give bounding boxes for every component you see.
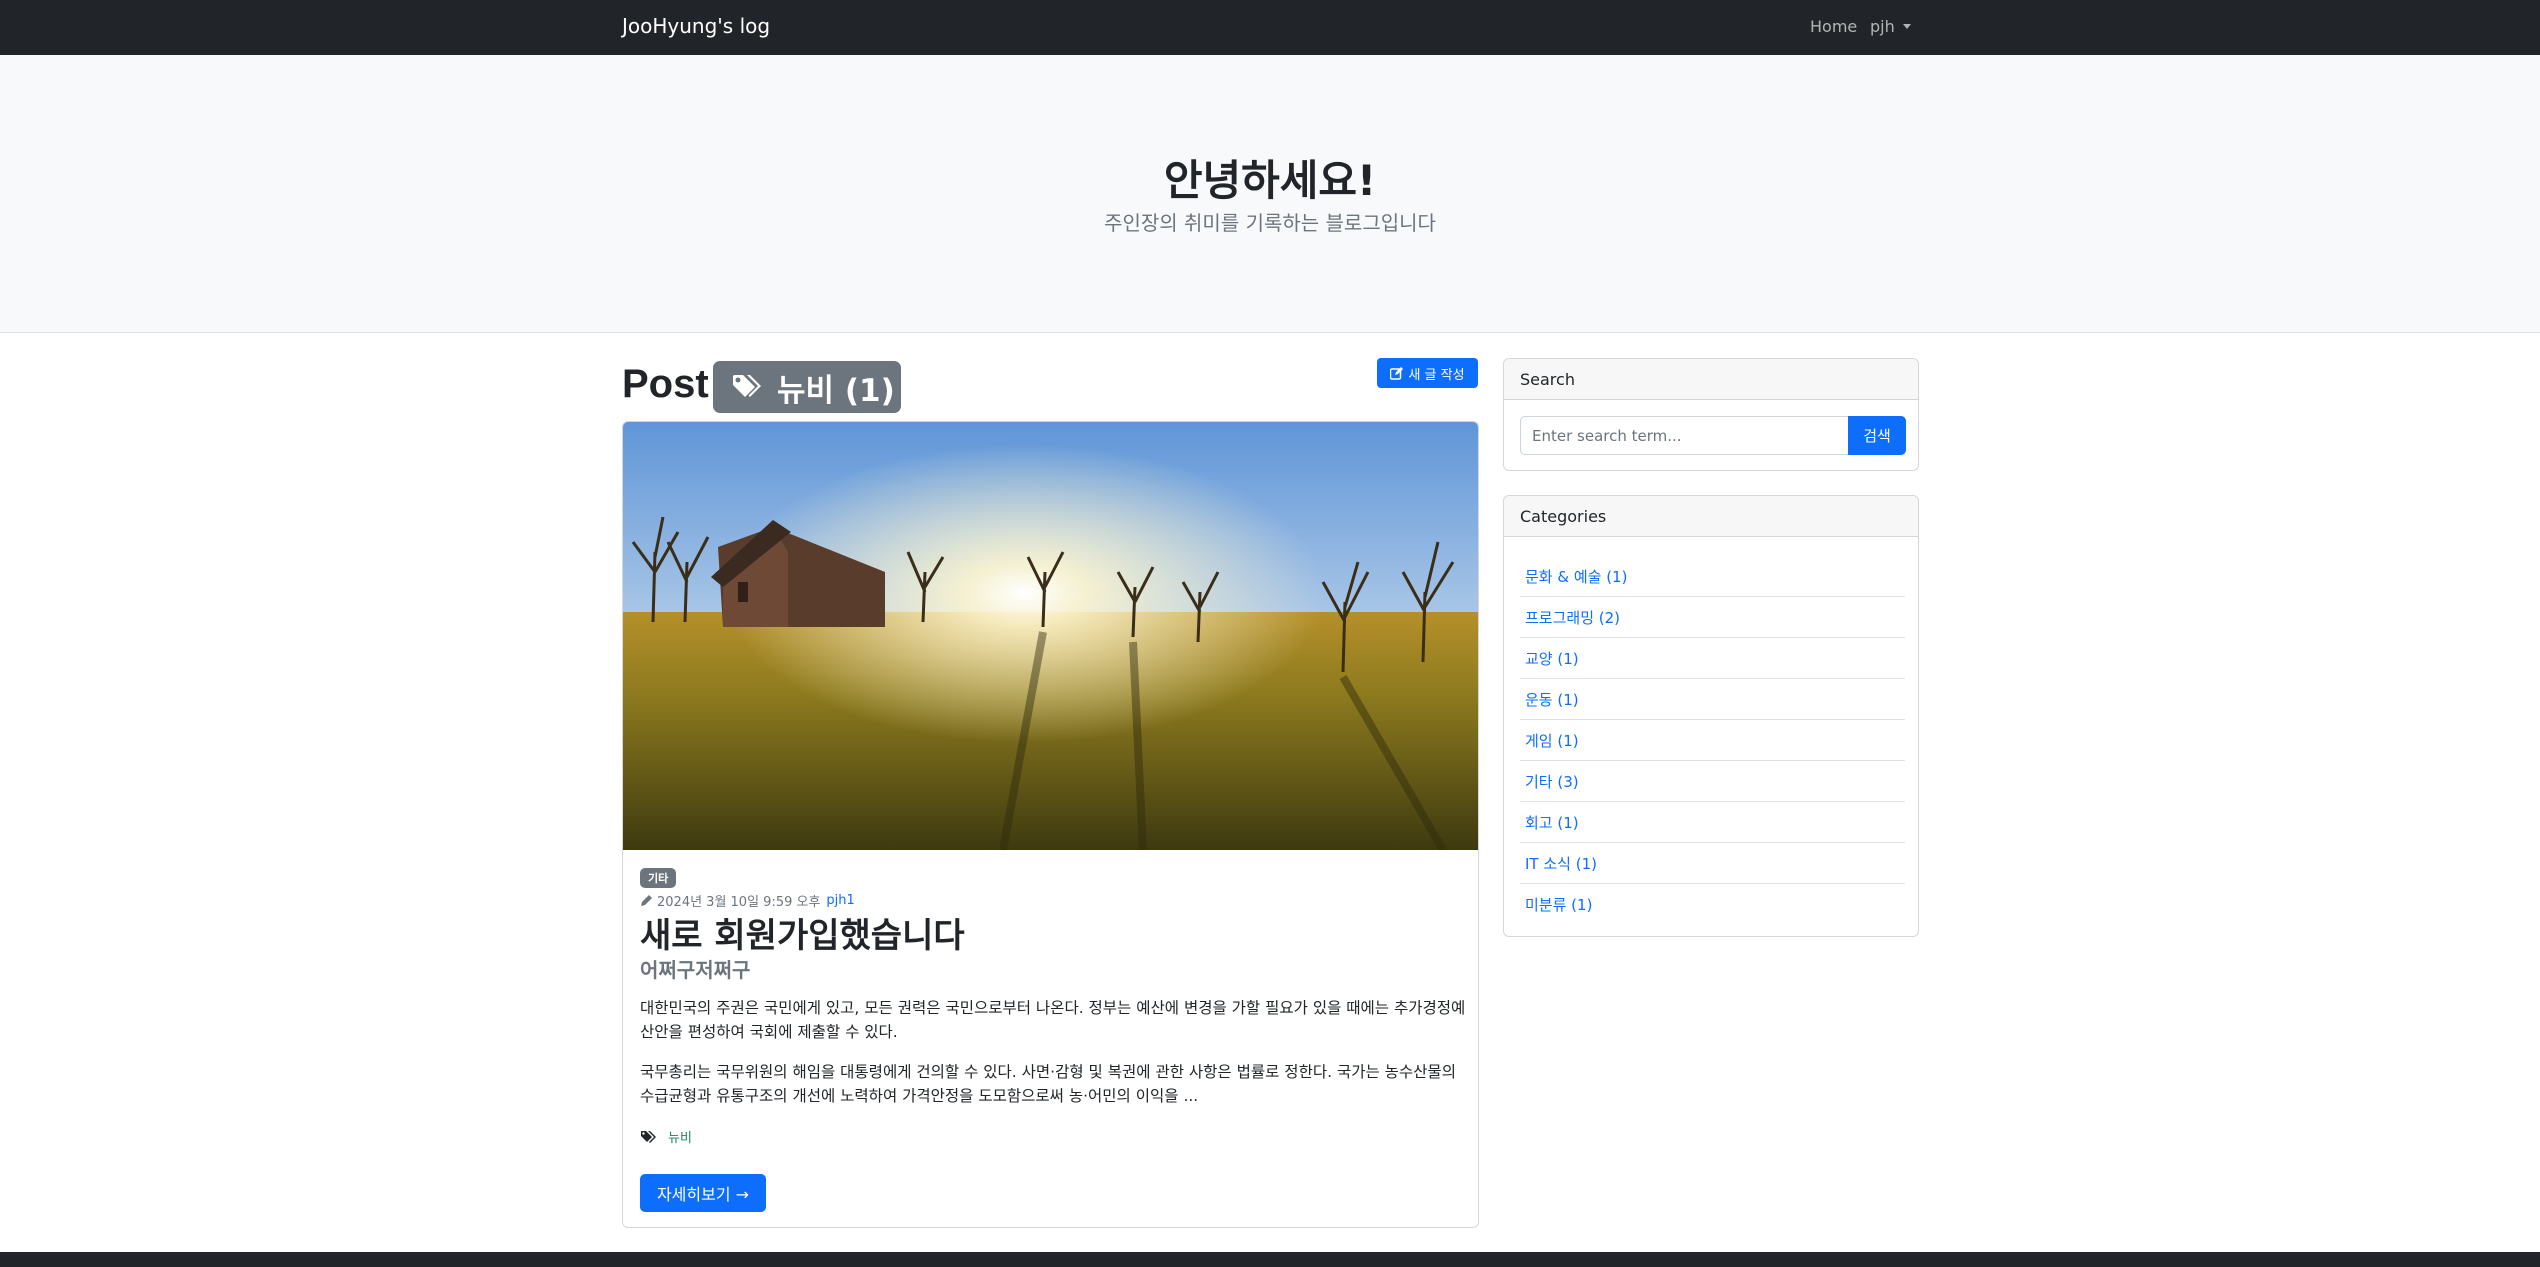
search-widget: Search Enter search term... 검색: [1503, 358, 1919, 471]
category-item[interactable]: 교양 (1): [1520, 638, 1905, 679]
category-item[interactable]: 기타 (3): [1520, 761, 1905, 802]
post-category-badge: 기타: [640, 868, 677, 888]
post-excerpt-paragraph-2: 국무총리는 국무위원의 해임을 대통령에게 건의할 수 있다. 사면·감형 및 …: [640, 1063, 1456, 1105]
category-list: 문화 & 예술 (1) 프로그래밍 (2) 교양 (1) 운동 (1) 게임 (…: [1520, 556, 1905, 925]
post-title[interactable]: 새로 회원가입했습니다: [640, 908, 965, 957]
post-card: 기타 2024년 3월 10일 9:59 오후 pjh1 새로 회원가입했습니다…: [622, 421, 1479, 1228]
categories-widget-header: Categories: [1504, 496, 1918, 537]
read-more-button[interactable]: 자세히보기 →: [640, 1174, 766, 1212]
tags-icon: [641, 1130, 656, 1143]
new-post-label: 새 글 작성: [1408, 367, 1465, 383]
categories-widget: Categories 문화 & 예술 (1) 프로그래밍 (2) 교양 (1) …: [1503, 495, 1919, 937]
tags-icon: [733, 375, 761, 397]
category-item[interactable]: 회고 (1): [1520, 802, 1905, 843]
hero-title: 안녕하세요!: [1163, 156, 1377, 205]
edit-icon: [1390, 366, 1404, 380]
search-widget-header: Search: [1504, 359, 1918, 400]
post-thumbnail[interactable]: [623, 422, 1478, 850]
current-tag-badge: 뉴비 (1): [713, 361, 901, 413]
nav-user-dropdown[interactable]: pjh: [1870, 17, 1911, 36]
nav-user-label: pjh: [1870, 17, 1895, 36]
page-footer: [0, 1252, 2540, 1267]
post-excerpt-paragraph-1: 대한민국의 주권은 국민에게 있고, 모든 권력은 국민으로부터 나온다. 정부…: [640, 999, 1466, 1041]
post-subtitle: 어쩌구저쩌구: [640, 958, 751, 982]
caret-down-icon: [1902, 24, 1911, 29]
post-tags: 뉴비: [640, 1127, 692, 1146]
category-item[interactable]: 프로그래밍 (2): [1520, 597, 1905, 638]
new-post-button[interactable]: 새 글 작성: [1377, 358, 1478, 388]
search-button[interactable]: 검색: [1848, 416, 1906, 455]
category-item[interactable]: 문화 & 예술 (1): [1520, 556, 1905, 597]
search-input[interactable]: Enter search term...: [1520, 416, 1848, 455]
top-navbar: JooHyung's log Home pjh: [0, 0, 2540, 55]
nav-link-home[interactable]: Home: [1810, 17, 1857, 36]
hero-subtitle: 주인장의 취미를 기록하는 블로그입니다: [1104, 211, 1436, 235]
category-item[interactable]: IT 소식 (1): [1520, 843, 1905, 884]
post-tag-link[interactable]: 뉴비: [668, 1127, 692, 1146]
current-tag-label: 뉴비 (1): [777, 372, 895, 409]
category-item[interactable]: 게임 (1): [1520, 720, 1905, 761]
pencil-icon: [641, 895, 652, 906]
category-item[interactable]: 미분류 (1): [1520, 884, 1905, 925]
navbar-brand[interactable]: JooHyung's log: [622, 14, 770, 38]
category-item[interactable]: 운동 (1): [1520, 679, 1905, 720]
post-list-heading: Post: [622, 362, 709, 406]
post-author-link[interactable]: pjh1: [826, 893, 854, 908]
hero-header: 안녕하세요! 주인장의 취미를 기록하는 블로그입니다: [0, 55, 2540, 333]
